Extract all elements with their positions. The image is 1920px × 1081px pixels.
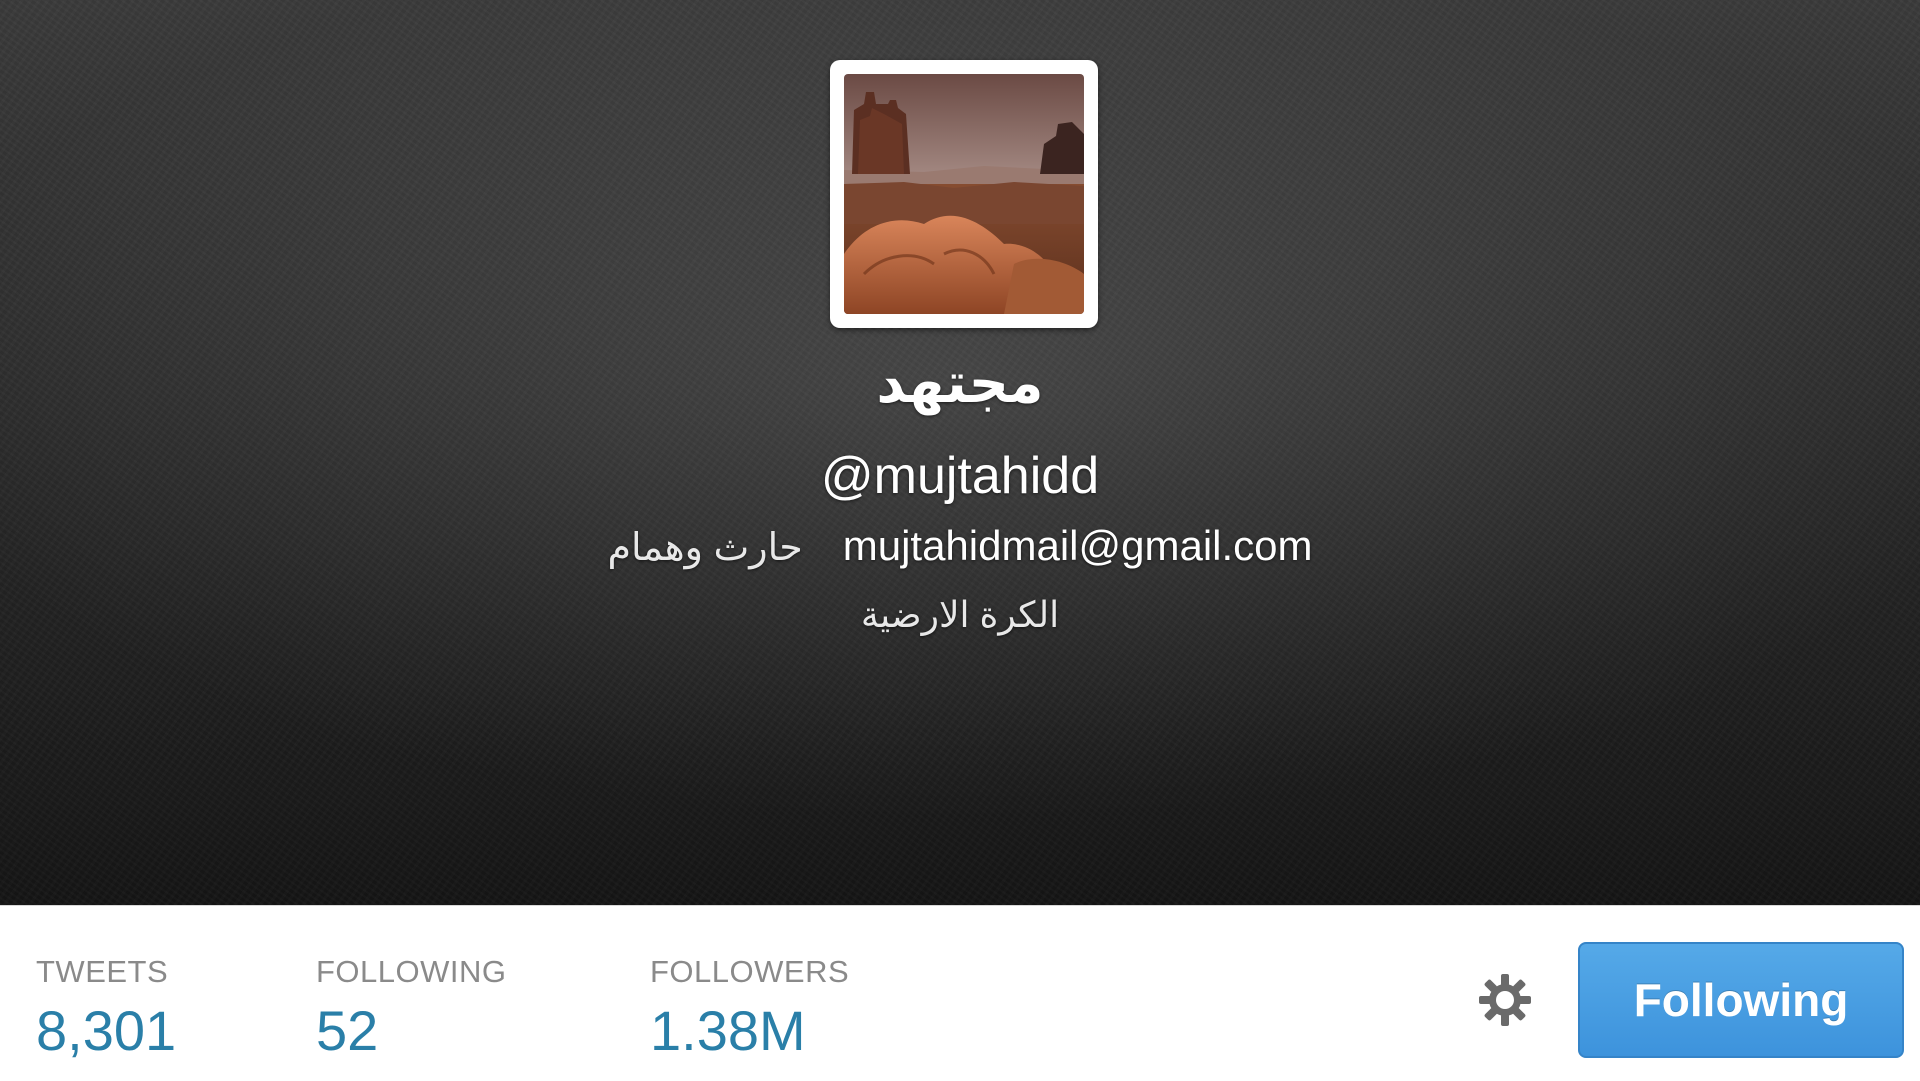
- bio-text: حارث وهمام: [607, 527, 803, 569]
- stat-tweets-value: 8,301: [36, 999, 177, 1062]
- following-button[interactable]: Following: [1578, 942, 1904, 1058]
- profile-name: مجتهد: [876, 351, 1044, 414]
- stat-following-label: FOLLOWING: [316, 954, 507, 989]
- stat-followers-value: 1.38M: [650, 999, 806, 1062]
- stat-tweets-label: TWEETS: [36, 954, 169, 989]
- profile-screen-name: @mujtahidd: [820, 447, 1100, 505]
- settings-button[interactable]: [1470, 965, 1540, 1035]
- profile-bio: حارث وهمام mujtahidmail@gmail.com: [0, 522, 1920, 570]
- avatar-photo: [844, 74, 1084, 314]
- profile-avatar[interactable]: [830, 60, 1098, 328]
- stat-following-value: 52: [316, 999, 379, 1062]
- profile-header: مجتهد @mujtahidd حارث وهمام mujtahidmail…: [0, 0, 1920, 905]
- bio-email: mujtahidmail@gmail.com: [842, 522, 1313, 569]
- gear-icon: [1479, 974, 1531, 1026]
- stat-followers-label: FOLLOWERS: [650, 954, 850, 989]
- profile-location: الكرة الارضية: [860, 594, 1060, 635]
